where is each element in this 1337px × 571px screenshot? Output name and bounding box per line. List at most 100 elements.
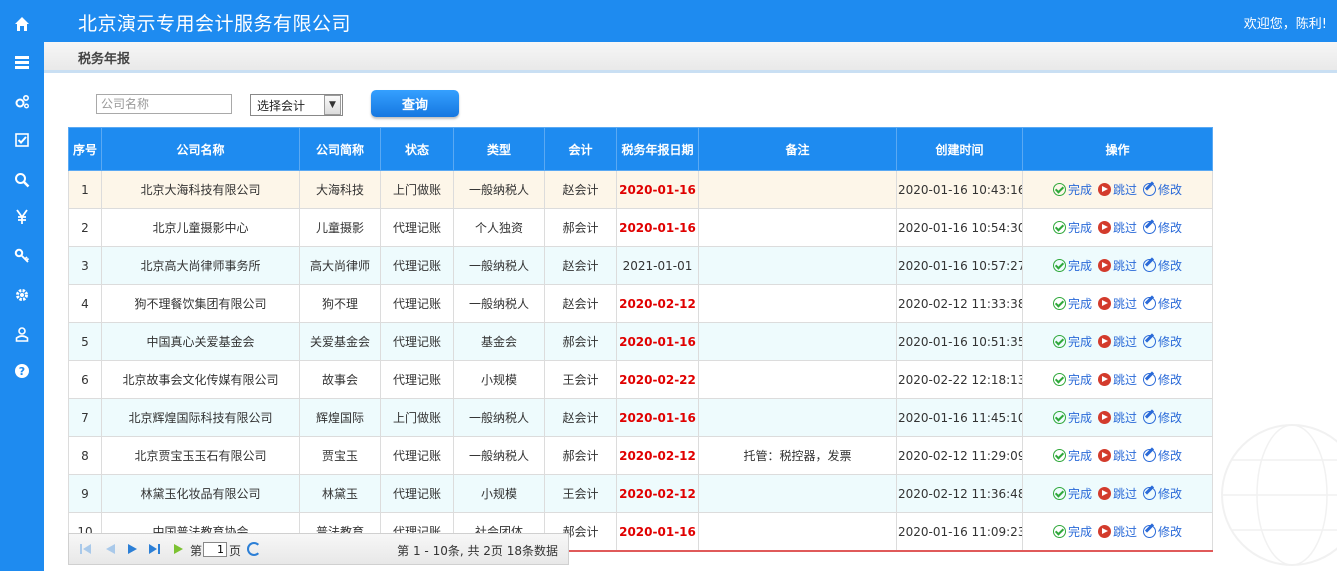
col-header-created[interactable]: 创建时间 bbox=[896, 127, 1023, 171]
done-action-link[interactable]: 完成 bbox=[1052, 523, 1092, 540]
cell-no: 1 bbox=[68, 170, 102, 209]
server-icon[interactable] bbox=[0, 44, 44, 80]
help-icon[interactable]: ? bbox=[0, 353, 44, 389]
skip-action-link[interactable]: 跳过 bbox=[1097, 523, 1137, 540]
cell-status: 代理记账 bbox=[380, 360, 454, 399]
arrow-right-circle-icon bbox=[1097, 258, 1111, 272]
col-header-company-name[interactable]: 公司名称 bbox=[101, 127, 300, 171]
done-action-link[interactable]: 完成 bbox=[1052, 219, 1092, 236]
col-header-actions: 操作 bbox=[1022, 127, 1213, 171]
accountant-select[interactable]: 选择会计 ▼ bbox=[250, 94, 343, 116]
skip-action-link[interactable]: 跳过 bbox=[1097, 219, 1137, 236]
done-action-link[interactable]: 完成 bbox=[1052, 257, 1092, 274]
skip-action-link[interactable]: 跳过 bbox=[1097, 447, 1137, 464]
col-header-no[interactable]: 序号 bbox=[68, 127, 102, 171]
cell-accountant: 郝会计 bbox=[544, 208, 617, 247]
edit-action-link[interactable]: 修改 bbox=[1143, 447, 1182, 464]
edit-action-link[interactable]: 修改 bbox=[1143, 257, 1182, 274]
cell-short-name: 高大尚律师 bbox=[299, 246, 381, 285]
page-number-input[interactable] bbox=[203, 542, 227, 557]
table-row[interactable]: 9 林黛玉化妆品有限公司 林黛玉 代理记账 小规模 王会计 2020-02-12 2020-0… bbox=[68, 474, 1213, 513]
check-circle-icon bbox=[1052, 296, 1066, 310]
go-page-icon[interactable] bbox=[171, 543, 185, 555]
col-header-type[interactable]: 类型 bbox=[453, 127, 545, 171]
col-header-note[interactable]: 备注 bbox=[698, 127, 897, 171]
search-icon[interactable] bbox=[0, 162, 44, 198]
skip-action-link[interactable]: 跳过 bbox=[1097, 295, 1137, 312]
pagination-info: 第 1 - 10条, 共 2页 18条数据 bbox=[397, 544, 558, 558]
done-action-link[interactable]: 完成 bbox=[1052, 371, 1092, 388]
cell-note: 托管：税控器，发票 bbox=[698, 436, 897, 475]
cell-actions: 完成 跳过 修改 bbox=[1022, 398, 1213, 437]
cell-company-name: 北京故事会文化传媒有限公司 bbox=[101, 360, 300, 399]
cell-created: 2020-01-16 10:43:16 bbox=[896, 170, 1023, 209]
edit-action-link-label: 修改 bbox=[1158, 448, 1183, 463]
edit-action-link[interactable]: 修改 bbox=[1143, 523, 1182, 540]
col-header-accountant[interactable]: 会计 bbox=[544, 127, 617, 171]
table-row[interactable]: 8 北京贾宝玉玉石有限公司 贾宝玉 代理记账 一般纳税人 郝会计 2020-02-12 托管：… bbox=[68, 436, 1213, 475]
done-action-link[interactable]: 完成 bbox=[1052, 181, 1092, 198]
cell-status: 代理记账 bbox=[380, 284, 454, 323]
cell-actions: 完成 跳过 修改 bbox=[1022, 322, 1213, 361]
chevron-down-icon[interactable]: ▼ bbox=[324, 95, 341, 115]
cell-status: 代理记账 bbox=[380, 322, 454, 361]
prev-page-icon[interactable] bbox=[103, 543, 117, 555]
last-page-icon[interactable] bbox=[147, 543, 161, 555]
pagination-bar: 第 页 第 1 - 10条, 共 2页 18条数据 bbox=[68, 533, 569, 565]
welcome-message: 欢迎您，陈利! bbox=[1244, 13, 1327, 32]
arrow-right-circle-icon bbox=[1097, 486, 1111, 500]
col-header-status[interactable]: 状态 bbox=[380, 127, 454, 171]
refresh-icon[interactable] bbox=[247, 542, 261, 556]
gear-icon[interactable] bbox=[0, 277, 44, 313]
skip-action-link[interactable]: 跳过 bbox=[1097, 257, 1137, 274]
skip-action-link[interactable]: 跳过 bbox=[1097, 181, 1137, 198]
table-row[interactable]: 6 北京故事会文化传媒有限公司 故事会 代理记账 小规模 王会计 2020-02-22 202… bbox=[68, 360, 1213, 399]
cell-status: 代理记账 bbox=[380, 436, 454, 475]
table-row[interactable]: 1 北京大海科技有限公司 大海科技 上门做账 一般纳税人 赵会计 2020-01-16 202… bbox=[68, 170, 1213, 209]
table-row[interactable]: 7 北京辉煌国际科技有限公司 辉煌国际 上门做账 一般纳税人 赵会计 2020-01-16 2… bbox=[68, 398, 1213, 437]
next-page-icon[interactable] bbox=[125, 543, 139, 555]
cell-company-name: 北京儿童摄影中心 bbox=[101, 208, 300, 247]
done-action-link[interactable]: 完成 bbox=[1052, 295, 1092, 312]
edit-action-link[interactable]: 修改 bbox=[1143, 485, 1182, 502]
yen-icon[interactable] bbox=[0, 199, 44, 235]
table-row[interactable]: 3 北京高大尚律师事务所 高大尚律师 代理记账 一般纳税人 赵会计 2021-01-01 20… bbox=[68, 246, 1213, 285]
user-icon[interactable] bbox=[0, 316, 44, 352]
arrow-right-circle-icon bbox=[1097, 524, 1111, 538]
cell-short-name: 关爱基金会 bbox=[299, 322, 381, 361]
table-row[interactable]: 2 北京儿童摄影中心 儿童摄影 代理记账 个人独资 郝会计 2020-01-16 2020-0… bbox=[68, 208, 1213, 247]
edit-action-link[interactable]: 修改 bbox=[1143, 219, 1182, 236]
done-action-link[interactable]: 完成 bbox=[1052, 409, 1092, 426]
arrow-right-circle-icon bbox=[1097, 448, 1111, 462]
edit-icon bbox=[1143, 182, 1156, 196]
edit-action-link[interactable]: 修改 bbox=[1143, 409, 1182, 426]
gears-icon[interactable] bbox=[0, 84, 44, 120]
edit-action-link[interactable]: 修改 bbox=[1143, 333, 1182, 350]
table-row[interactable]: 4 狗不理餐饮集团有限公司 狗不理 代理记账 一般纳税人 赵会计 2020-02-12 202… bbox=[68, 284, 1213, 323]
arrow-right-circle-icon bbox=[1097, 296, 1111, 310]
first-page-icon[interactable] bbox=[79, 543, 93, 555]
col-header-short-name[interactable]: 公司简称 bbox=[299, 127, 381, 171]
done-action-link[interactable]: 完成 bbox=[1052, 333, 1092, 350]
col-header-report-date[interactable]: 税务年报日期 bbox=[616, 127, 699, 171]
company-name-input[interactable] bbox=[96, 94, 232, 114]
edit-action-link[interactable]: 修改 bbox=[1143, 181, 1182, 198]
table-row[interactable]: 5 中国真心关爱基金会 关爱基金会 代理记账 基金会 郝会计 2020-01-16 2020-… bbox=[68, 322, 1213, 361]
user-name[interactable]: 陈利! bbox=[1296, 17, 1327, 32]
skip-action-link[interactable]: 跳过 bbox=[1097, 371, 1137, 388]
edit-action-link-label: 修改 bbox=[1158, 220, 1183, 235]
edit-action-link[interactable]: 修改 bbox=[1143, 295, 1182, 312]
home-icon[interactable] bbox=[0, 6, 44, 42]
skip-action-link[interactable]: 跳过 bbox=[1097, 485, 1137, 502]
cell-report-date: 2020-02-12 bbox=[616, 436, 699, 475]
edit-action-link[interactable]: 修改 bbox=[1143, 371, 1182, 388]
skip-action-link[interactable]: 跳过 bbox=[1097, 409, 1137, 426]
cell-note bbox=[698, 512, 897, 552]
skip-action-link[interactable]: 跳过 bbox=[1097, 333, 1137, 350]
query-button[interactable]: 查询 bbox=[371, 90, 459, 117]
cell-actions: 完成 跳过 修改 bbox=[1022, 170, 1213, 209]
done-action-link[interactable]: 完成 bbox=[1052, 485, 1092, 502]
checklist-icon[interactable] bbox=[0, 122, 44, 158]
key-icon[interactable] bbox=[0, 238, 44, 274]
done-action-link[interactable]: 完成 bbox=[1052, 447, 1092, 464]
